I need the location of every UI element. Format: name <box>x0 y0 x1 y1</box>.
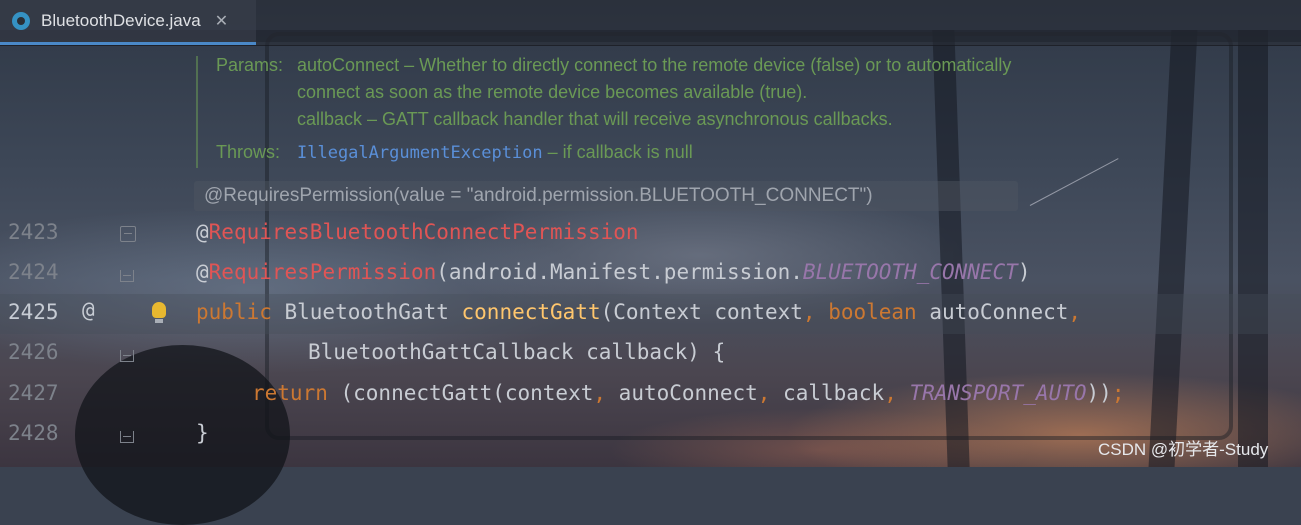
keyword-token: boolean <box>815 300 917 324</box>
semicolon-token: ; <box>1111 381 1125 405</box>
fold-end-icon[interactable] <box>120 346 136 364</box>
keyword-token: return <box>252 381 328 405</box>
fold-icon[interactable] <box>120 226 136 242</box>
editor-tab-bar: BluetoothDevice.java ✕ <box>0 0 1301 46</box>
line-number: 2425 <box>8 300 59 324</box>
code-text[interactable]: return (connectGatt(context, autoConnect… <box>252 381 1124 405</box>
keyword-token: public <box>196 300 272 324</box>
code-token: autoConnect <box>606 381 758 405</box>
doc-throws-line: IllegalArgumentException – if callback i… <box>297 142 693 163</box>
doc-param-autoconnect: autoConnect – Whether to directly connec… <box>297 55 1012 75</box>
line-number: 2423 <box>8 220 59 244</box>
line-number: 2427 <box>8 381 59 405</box>
doc-param-callback: callback – GATT callback handler that wi… <box>297 109 893 129</box>
code-line: 2424 @RequiresPermission(android.Manifes… <box>0 254 1301 294</box>
comma-token: , <box>593 381 607 405</box>
code-token: ) <box>1017 260 1031 284</box>
watermark-text: CSDN @初学者-Study <box>1098 440 1269 459</box>
annotation-at: @ <box>196 260 209 284</box>
constant-token: TRANSPORT_AUTO <box>896 381 1087 405</box>
code-text[interactable]: } <box>196 421 209 445</box>
close-icon[interactable]: ✕ <box>215 11 228 31</box>
tab-label: BluetoothDevice.java <box>41 11 201 30</box>
tab-bluetoothdevice-java[interactable]: BluetoothDevice.java ✕ <box>0 0 256 45</box>
line-number: 2426 <box>8 340 59 364</box>
line-number: 2428 <box>8 421 59 445</box>
code-token: (connectGatt(context <box>327 381 594 405</box>
doc-throws-key: Throws: <box>216 142 281 162</box>
comma-token: , <box>757 381 771 405</box>
comma-token: , <box>802 300 816 324</box>
doc-throws-desc: – if callback is null <box>542 142 693 162</box>
code-line-current: 2425 @ public BluetoothGatt connectGatt(… <box>0 294 1301 334</box>
code-line: 2427 return (connectGatt(context, autoCo… <box>0 375 1301 415</box>
code-token: callback <box>770 381 885 405</box>
annotation-name: RequiresPermission <box>208 260 437 284</box>
annotation-at: @ <box>196 220 209 244</box>
code-token: (android.Manifest.permission. <box>436 260 803 284</box>
code-text[interactable]: public BluetoothGatt connectGatt(Context… <box>196 300 1081 324</box>
class-icon <box>12 12 30 30</box>
code-text[interactable]: @RequiresPermission(android.Manifest.per… <box>196 260 1030 284</box>
doc-param-autoconnect-cont: connect as soon as the remote device bec… <box>297 82 808 102</box>
code-token: (Context context <box>600 300 803 324</box>
fold-end-icon[interactable] <box>120 427 136 445</box>
code-line: 2426 BluetoothGattCallback callback) { <box>0 334 1301 374</box>
line-number: 2424 <box>8 260 59 284</box>
comma-token: , <box>884 381 897 405</box>
doc-divider <box>196 56 198 168</box>
code-token: BluetoothGatt <box>271 300 462 324</box>
doc-exception-link[interactable]: IllegalArgumentException <box>297 143 543 163</box>
lightbulb-icon[interactable] <box>152 302 166 323</box>
comma-token: , <box>1068 300 1082 324</box>
code-text[interactable]: @RequiresBluetoothConnectPermission <box>196 220 639 244</box>
override-marker-icon[interactable]: @ <box>82 298 95 322</box>
constant-token: BLUETOOTH_CONNECT <box>802 260 1018 284</box>
fold-end-icon[interactable] <box>120 266 136 284</box>
method-name-token: connectGatt <box>461 300 601 324</box>
code-line: 2423 @RequiresBluetoothConnectPermission <box>0 214 1301 254</box>
inferred-annotation-hint: @RequiresPermission(value = "android.per… <box>194 181 1018 211</box>
annotation-name: RequiresBluetoothConnectPermission <box>208 220 639 244</box>
code-token: autoConnect <box>916 300 1069 324</box>
code-token: )) <box>1086 381 1112 405</box>
doc-params-key: Params: <box>216 55 284 75</box>
code-text[interactable]: BluetoothGattCallback callback) { <box>308 340 725 364</box>
